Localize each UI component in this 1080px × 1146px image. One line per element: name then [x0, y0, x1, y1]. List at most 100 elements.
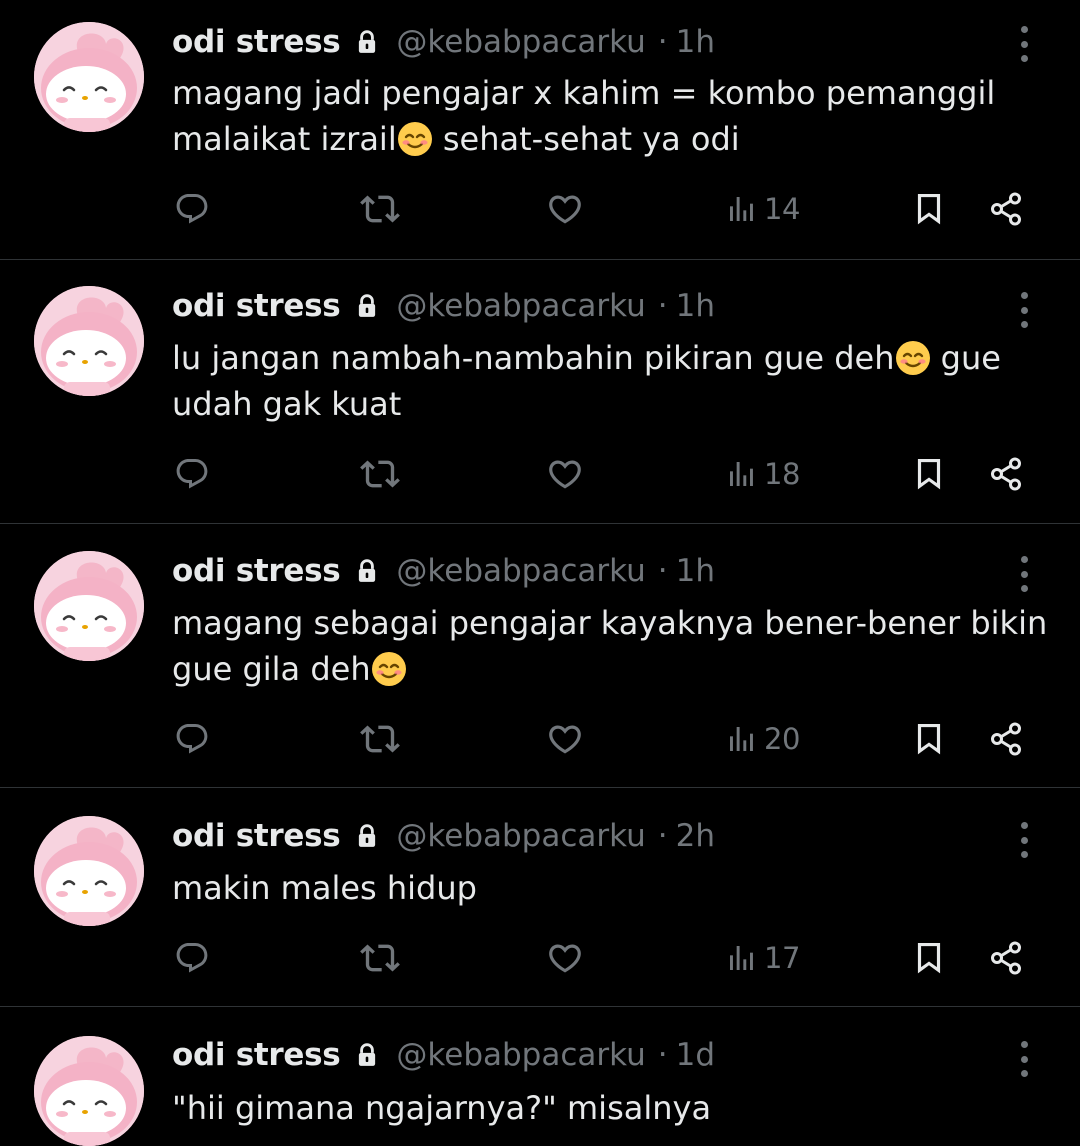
share-button[interactable]: [988, 184, 1024, 234]
share-icon: [988, 456, 1024, 492]
separator-dot: ·: [657, 288, 668, 324]
pink-bunny-character-avatar: [34, 22, 144, 132]
reply-button[interactable]: [174, 714, 210, 764]
like-button[interactable]: [546, 184, 584, 234]
reply-button[interactable]: [174, 449, 210, 499]
lock-icon: [354, 1042, 380, 1068]
timestamp[interactable]: 1h: [676, 24, 715, 60]
tweet[interactable]: odi stress @kebabpacarku · 1h magang jad…: [0, 0, 1080, 260]
repost-button[interactable]: [360, 184, 400, 234]
lock-icon: [354, 293, 380, 319]
username-handle[interactable]: @kebabpacarku: [396, 24, 645, 60]
more-vertical-icon[interactable]: [1012, 820, 1036, 860]
reply-bubble-icon: [174, 721, 210, 757]
views-count: 20: [764, 722, 800, 756]
reply-bubble-icon: [174, 191, 210, 227]
views-bar-icon: [726, 193, 758, 225]
timestamp[interactable]: 1d: [676, 1037, 715, 1073]
separator-dot: ·: [657, 24, 668, 60]
tweet[interactable]: odi stress @kebabpacarku · 2h makin male…: [0, 788, 1080, 1007]
display-name[interactable]: odi stress: [172, 818, 341, 854]
tweet[interactable]: odi stress @kebabpacarku · 1h lu jangan …: [0, 260, 1080, 524]
tweet-text-part: makin males hidup: [172, 869, 477, 907]
reply-bubble-icon: [174, 940, 210, 976]
views-count: 17: [764, 941, 800, 975]
bookmark-button[interactable]: [910, 184, 948, 234]
avatar[interactable]: [34, 22, 144, 132]
display-name[interactable]: odi stress: [172, 288, 341, 324]
timestamp[interactable]: 1h: [676, 553, 715, 589]
tweet-header: odi stress @kebabpacarku · 1h: [172, 284, 980, 328]
bookmark-icon: [910, 190, 948, 228]
reply-button[interactable]: [174, 184, 210, 234]
username-handle[interactable]: @kebabpacarku: [396, 1037, 645, 1073]
more-vertical-icon[interactable]: [1012, 290, 1036, 330]
avatar[interactable]: [34, 286, 144, 396]
views-button[interactable]: 17: [726, 933, 800, 983]
tweet-actions: 17: [0, 933, 1080, 983]
reply-bubble-icon: [174, 456, 210, 492]
tweet-actions: 18: [0, 449, 1080, 499]
like-button[interactable]: [546, 714, 584, 764]
tweet-text: lu jangan nambah-nambahin pikiran gue de…: [172, 335, 1050, 427]
tweet-text-part: magang sebagai pengajar kayaknya bener-b…: [172, 604, 1048, 688]
username-handle[interactable]: @kebabpacarku: [396, 553, 645, 589]
views-button[interactable]: 18: [726, 449, 800, 499]
smiling-face-emoji: [397, 121, 433, 157]
views-count: 14: [764, 192, 800, 226]
lock-icon: [354, 558, 380, 584]
share-button[interactable]: [988, 714, 1024, 764]
tweet[interactable]: odi stress @kebabpacarku · 1d "hii giman…: [0, 1007, 1080, 1146]
tweet-text-part: sehat-sehat ya odi: [432, 120, 740, 158]
reply-button[interactable]: [174, 933, 210, 983]
repost-button[interactable]: [360, 449, 400, 499]
repost-button[interactable]: [360, 714, 400, 764]
like-button[interactable]: [546, 449, 584, 499]
tweet[interactable]: odi stress @kebabpacarku · 1h magang seb…: [0, 524, 1080, 788]
avatar[interactable]: [34, 1036, 144, 1146]
more-vertical-icon[interactable]: [1012, 554, 1036, 594]
lock-icon: [354, 823, 380, 849]
tweet-header: odi stress @kebabpacarku · 1h: [172, 20, 980, 64]
views-bar-icon: [726, 942, 758, 974]
tweet-text: makin males hidup: [172, 865, 1050, 911]
smiling-face-emoji: [371, 651, 407, 687]
heart-icon: [546, 720, 584, 758]
avatar[interactable]: [34, 816, 144, 926]
like-button[interactable]: [546, 933, 584, 983]
username-handle[interactable]: @kebabpacarku: [396, 818, 645, 854]
bookmark-button[interactable]: [910, 449, 948, 499]
tweet-header: odi stress @kebabpacarku · 1d: [172, 1033, 980, 1077]
views-count: 18: [764, 457, 800, 491]
views-button[interactable]: 14: [726, 184, 800, 234]
separator-dot: ·: [657, 553, 668, 589]
more-vertical-icon[interactable]: [1012, 1039, 1036, 1079]
views-button[interactable]: 20: [726, 714, 800, 764]
smiling-face-emoji: [895, 340, 931, 376]
username-handle[interactable]: @kebabpacarku: [396, 288, 645, 324]
display-name[interactable]: odi stress: [172, 24, 341, 60]
views-bar-icon: [726, 723, 758, 755]
repost-icon: [360, 189, 400, 229]
share-icon: [988, 721, 1024, 757]
separator-dot: ·: [657, 818, 668, 854]
more-vertical-icon[interactable]: [1012, 24, 1036, 64]
bookmark-button[interactable]: [910, 933, 948, 983]
share-button[interactable]: [988, 449, 1024, 499]
bookmark-button[interactable]: [910, 714, 948, 764]
share-button[interactable]: [988, 933, 1024, 983]
timestamp[interactable]: 2h: [676, 818, 715, 854]
timestamp[interactable]: 1h: [676, 288, 715, 324]
tweet-text-part: lu jangan nambah-nambahin pikiran gue de…: [172, 339, 895, 377]
pink-bunny-character-avatar: [34, 1036, 144, 1146]
avatar[interactable]: [34, 551, 144, 661]
pink-bunny-character-avatar: [34, 551, 144, 661]
display-name[interactable]: odi stress: [172, 553, 341, 589]
bookmark-icon: [910, 455, 948, 493]
repost-icon: [360, 719, 400, 759]
heart-icon: [546, 939, 584, 977]
tweet-actions: 20: [0, 714, 1080, 764]
repost-button[interactable]: [360, 933, 400, 983]
display-name[interactable]: odi stress: [172, 1037, 341, 1073]
lock-icon: [354, 29, 380, 55]
